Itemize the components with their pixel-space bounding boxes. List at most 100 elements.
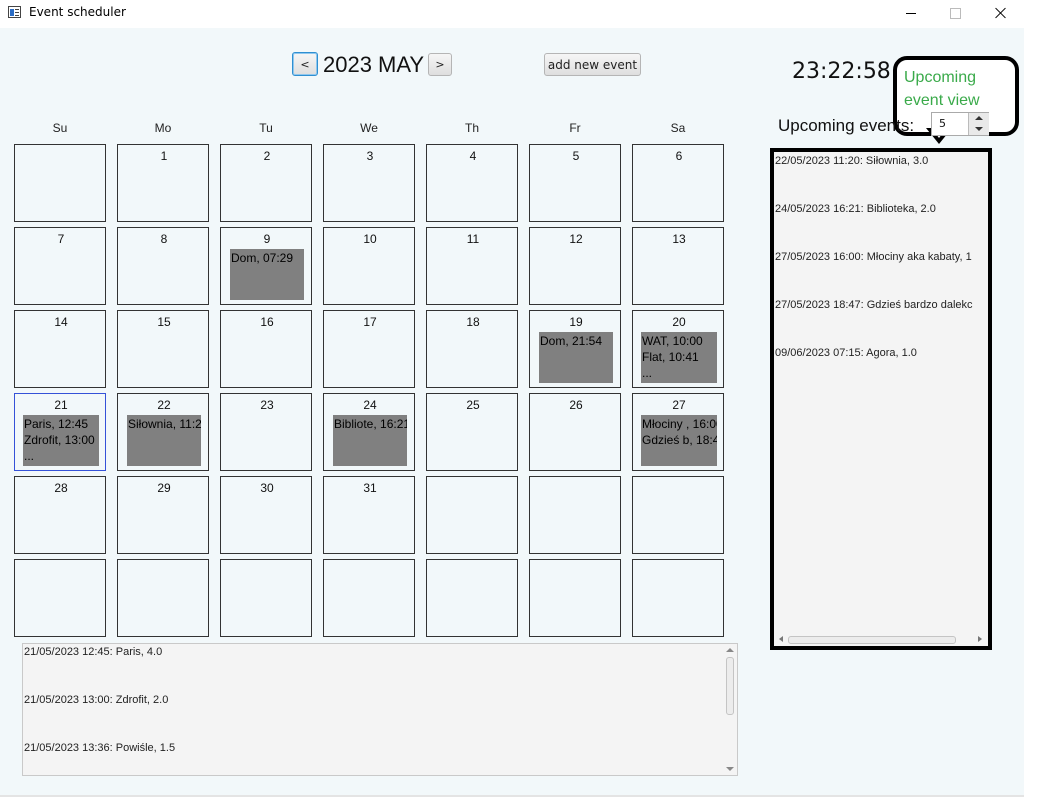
calendar-day-cell[interactable]: 23 — [220, 393, 312, 471]
scroll-left-arrow-icon[interactable] — [779, 636, 783, 642]
calendar-day-cell[interactable]: 3 — [323, 144, 415, 222]
day-event-entry: Paris, 12:45 — [24, 417, 89, 431]
selected-day-events-list[interactable]: 21/05/2023 12:45: Paris, 4.0 21/05/2023 … — [22, 643, 738, 776]
calendar-day-cell[interactable]: 15 — [117, 310, 209, 388]
calendar-day-cell[interactable]: 24 Bibliote, 16:21 — [323, 393, 415, 471]
weekday-header: Fr — [569, 121, 581, 135]
upcoming-event-item[interactable]: 22/05/2023 11:20: Siłownia, 3.0 — [775, 155, 987, 167]
calendar-day-cell[interactable]: 8 — [117, 227, 209, 305]
calendar-day-cell[interactable]: 5 — [529, 144, 621, 222]
upcoming-event-item[interactable]: 24/05/2023 16:21: Biblioteka, 2.0 — [775, 203, 987, 215]
day-number: 6 — [675, 149, 683, 163]
upcoming-event-item[interactable]: 27/05/2023 18:47: Gdzieś bardzo dalekc — [775, 299, 987, 311]
close-button[interactable] — [978, 0, 1024, 28]
calendar-day-cell[interactable] — [14, 144, 106, 222]
day-event-entry: ... — [642, 366, 653, 380]
day-event-box[interactable]: Bibliote, 16:21 — [333, 415, 407, 466]
calendar-day-cell[interactable] — [426, 559, 518, 637]
calendar-day-cell[interactable]: 1 — [117, 144, 209, 222]
vertical-scrollbar[interactable] — [724, 645, 736, 774]
weekday-header: We — [360, 121, 378, 135]
day-event-item[interactable]: 21/05/2023 13:00: Zdrofit, 2.0 — [24, 694, 168, 706]
calendar-day-cell[interactable] — [323, 559, 415, 637]
calendar-day-cell[interactable] — [426, 476, 518, 554]
upcoming-count-spinner[interactable]: 5 — [931, 112, 989, 136]
scrollbar-thumb[interactable] — [788, 636, 956, 644]
day-event-box[interactable]: Dom, 07:29 — [230, 249, 304, 300]
calendar-day-cell[interactable]: 30 — [220, 476, 312, 554]
calendar-day-cell[interactable]: 26 — [529, 393, 621, 471]
day-event-box[interactable]: Paris, 12:45 Zdrofit, 13:00... — [23, 415, 99, 466]
calendar-day-cell[interactable] — [632, 559, 724, 637]
weekday-header: Mo — [154, 121, 172, 135]
upcoming-count-value[interactable]: 5 — [939, 117, 946, 130]
calendar-day-cell[interactable]: 29 — [117, 476, 209, 554]
day-number: 3 — [366, 149, 374, 163]
day-event-item[interactable]: 21/05/2023 13:36: Powiśle, 1.5 — [24, 742, 175, 754]
day-number: 16 — [260, 315, 274, 329]
day-number: 12 — [569, 232, 583, 246]
prev-month-button[interactable]: < — [292, 52, 318, 76]
day-number: 8 — [160, 232, 168, 246]
horizontal-scrollbar[interactable] — [778, 635, 986, 644]
calendar-day-cell[interactable]: 18 — [426, 310, 518, 388]
calendar-day-cell[interactable] — [529, 476, 621, 554]
day-event-entry: Młociny , 16:00 — [642, 417, 717, 431]
spinner-down-arrow-icon[interactable] — [968, 124, 989, 135]
minimize-button[interactable] — [888, 0, 934, 28]
scroll-right-arrow-icon[interactable] — [978, 636, 982, 642]
add-event-button[interactable]: add new event — [544, 53, 641, 76]
calendar-day-cell[interactable]: 21 Paris, 12:45 Zdrofit, 13:00... — [14, 393, 106, 471]
calendar-day-cell[interactable] — [117, 559, 209, 637]
calendar-day-cell[interactable]: 17 — [323, 310, 415, 388]
day-event-box[interactable]: WAT, 10:00 Flat, 10:41... — [641, 332, 717, 383]
calendar-day-cell[interactable]: 9 Dom, 07:29 — [220, 227, 312, 305]
day-number: 21 — [54, 398, 68, 412]
calendar-day-cell[interactable]: 22 Siłownia, 11:20 — [117, 393, 209, 471]
upcoming-events-list[interactable]: 22/05/2023 11:20: Siłownia, 3.0 24/05/20… — [770, 148, 992, 650]
calendar-day-cell[interactable]: 16 — [220, 310, 312, 388]
calendar-day-cell[interactable] — [220, 559, 312, 637]
day-number: 29 — [157, 481, 171, 495]
day-event-item[interactable]: 21/05/2023 12:45: Paris, 4.0 — [24, 646, 162, 658]
upcoming-event-item[interactable]: 27/05/2023 16:00: Młociny aka kabaty, 1 — [775, 251, 987, 263]
calendar-day-cell[interactable]: 11 — [426, 227, 518, 305]
weekday-header: Sa — [670, 121, 686, 135]
calendar-day-cell[interactable]: 10 — [323, 227, 415, 305]
calendar-day-cell[interactable]: 6 — [632, 144, 724, 222]
calendar-day-cell[interactable] — [14, 559, 106, 637]
calendar-day-cell[interactable]: 12 — [529, 227, 621, 305]
calendar-day-cell[interactable]: 19 Dom, 21:54 — [529, 310, 621, 388]
calendar-day-cell[interactable] — [529, 559, 621, 637]
calendar-day-cell[interactable]: 31 — [323, 476, 415, 554]
day-event-entry: Dom, 07:29 — [231, 251, 294, 265]
next-month-button[interactable]: > — [428, 53, 452, 76]
scroll-down-arrow-icon[interactable] — [726, 767, 734, 771]
day-number: 7 — [57, 232, 65, 246]
calendar-day-cell[interactable]: 4 — [426, 144, 518, 222]
clock-display: 23:22:58 — [792, 59, 891, 84]
day-event-entry: Bibliote, 16:21 — [334, 417, 407, 431]
calendar-day-cell[interactable]: 13 — [632, 227, 724, 305]
window-title: Event scheduler — [29, 5, 126, 19]
day-event-box[interactable]: Siłownia, 11:20 — [127, 415, 201, 466]
day-event-entry: Flat, 10:41 — [642, 350, 699, 364]
calendar-day-cell[interactable]: 28 — [14, 476, 106, 554]
calendar-day-cell[interactable]: 14 — [14, 310, 106, 388]
calendar-day-cell[interactable]: 20 WAT, 10:00 Flat, 10:41... — [632, 310, 724, 388]
day-number: 1 — [160, 149, 168, 163]
upcoming-events-label: Upcoming events: — [778, 116, 915, 135]
day-event-box[interactable]: Młociny , 16:00 Gdzieś b, 18:47 — [641, 415, 717, 466]
calendar-day-cell[interactable] — [632, 476, 724, 554]
calendar-day-cell[interactable]: 25 — [426, 393, 518, 471]
scrollbar-thumb[interactable] — [726, 657, 734, 715]
maximize-button[interactable] — [932, 0, 978, 28]
day-event-box[interactable]: Dom, 21:54 — [539, 332, 613, 383]
scroll-up-arrow-icon[interactable] — [726, 648, 734, 652]
day-number: 9 — [263, 232, 271, 246]
calendar-day-cell[interactable]: 2 — [220, 144, 312, 222]
calendar-day-cell[interactable]: 7 — [14, 227, 106, 305]
calendar-day-cell[interactable]: 27 Młociny , 16:00 Gdzieś b, 18:47 — [632, 393, 724, 471]
upcoming-event-item[interactable]: 09/06/2023 07:15: Agora, 1.0 — [775, 347, 987, 359]
day-number: 23 — [260, 398, 274, 412]
